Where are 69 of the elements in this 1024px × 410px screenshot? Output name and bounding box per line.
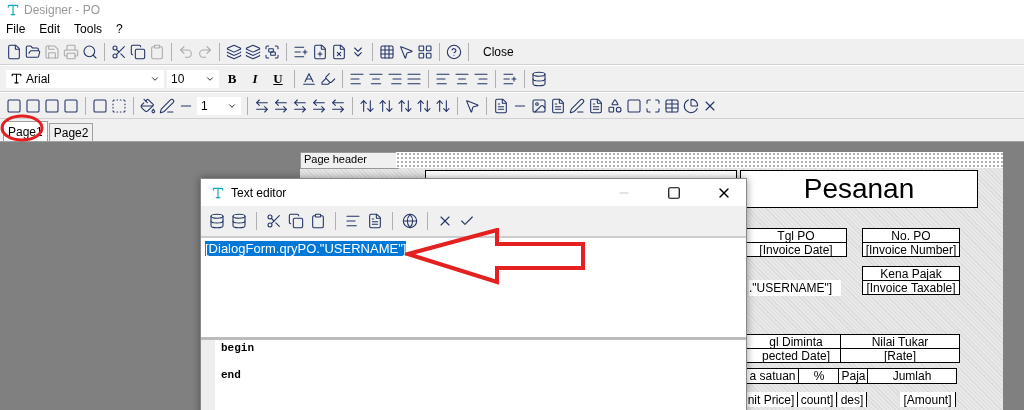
menu-item[interactable]: Tools [74, 22, 103, 36]
detail-cell: count] [798, 392, 837, 407]
detail-cell: [Amount] [900, 392, 956, 407]
select-pointer-icon[interactable] [464, 97, 480, 114]
chart-icon[interactable] [683, 97, 699, 114]
font-style-button[interactable]: U [268, 70, 288, 87]
preview-icon[interactable] [82, 43, 98, 60]
globe-icon[interactable] [402, 213, 418, 229]
menu-item[interactable]: Edit [39, 22, 61, 36]
frame-width-dropdown[interactable]: 1 [197, 96, 241, 115]
subreport-icon[interactable] [550, 97, 566, 114]
app-logo-icon [6, 3, 20, 17]
field-value: [Invoice Number] [862, 242, 960, 257]
column-header: Jumlah [867, 368, 957, 384]
cut-icon[interactable] [111, 43, 127, 60]
paste-icon[interactable] [310, 213, 326, 229]
band-label: Page header [300, 152, 399, 169]
memo-icon[interactable] [367, 213, 383, 229]
new-file-icon[interactable] [6, 43, 22, 60]
rich-text-icon[interactable] [588, 97, 604, 114]
snap-pointer-icon[interactable] [398, 43, 414, 60]
field-value: [Rate] [840, 348, 960, 363]
detail-cell: nit Price] [745, 392, 798, 407]
font-size-dropdown[interactable]: 10 [167, 69, 219, 88]
font-style-button[interactable]: B [222, 70, 242, 87]
code-line: begin [221, 342, 254, 354]
cut-icon[interactable] [266, 213, 282, 229]
username-field: ."USERNAME"] [749, 280, 841, 296]
column-header: a satuan [745, 368, 800, 384]
font-icon [10, 72, 23, 85]
text-object-icon[interactable] [493, 97, 509, 114]
copy-icon[interactable] [130, 43, 146, 60]
column-header: Paja [838, 368, 869, 384]
image-object-icon[interactable] [531, 97, 547, 114]
menu-item[interactable]: ? [116, 22, 123, 36]
script-editor[interactable]: begin end [201, 340, 746, 410]
detail-cell: des] [838, 392, 867, 407]
field-value: [Invoice Taxable] [862, 280, 960, 295]
column-header: % [798, 368, 840, 384]
new-page-icon[interactable] [312, 43, 328, 60]
no-borders-icon[interactable] [111, 97, 127, 114]
align-grid-icon[interactable] [417, 43, 433, 60]
delete-page-icon[interactable] [331, 43, 347, 60]
window-title: Designer - PO [24, 3, 101, 17]
group-icon[interactable] [264, 43, 280, 60]
grid-icon[interactable] [379, 43, 395, 60]
report-title: Pesanan [740, 170, 978, 208]
highlight-icon[interactable] [320, 70, 336, 87]
font-name-dropdown[interactable]: Arial [6, 69, 164, 88]
fill-color-icon[interactable] [140, 97, 156, 114]
field-value: [Invoice Date] [745, 242, 847, 257]
menu-item[interactable]: File [6, 22, 26, 36]
open-folder-icon[interactable] [25, 43, 41, 60]
code-line: end [221, 369, 242, 381]
page-tab[interactable]: Page2 [48, 123, 94, 141]
dialog-title: Text editor [231, 185, 288, 200]
draw-icon[interactable] [569, 97, 585, 114]
send-to-back-icon[interactable] [245, 43, 261, 60]
all-borders-icon[interactable] [92, 97, 108, 114]
font-style-button[interactable]: I [245, 70, 265, 87]
shapes-icon[interactable] [607, 97, 623, 114]
frame-color-icon[interactable] [159, 97, 175, 114]
font-color-icon[interactable] [301, 70, 317, 87]
copy-icon[interactable] [288, 213, 304, 229]
bring-to-front-icon[interactable] [226, 43, 242, 60]
app-logo-icon [211, 185, 225, 200]
maximize-icon[interactable] [667, 185, 681, 200]
help-icon[interactable] [446, 43, 462, 60]
expression-field[interactable]: [DialogForm.qryPO."USERNAME"] [201, 238, 746, 340]
